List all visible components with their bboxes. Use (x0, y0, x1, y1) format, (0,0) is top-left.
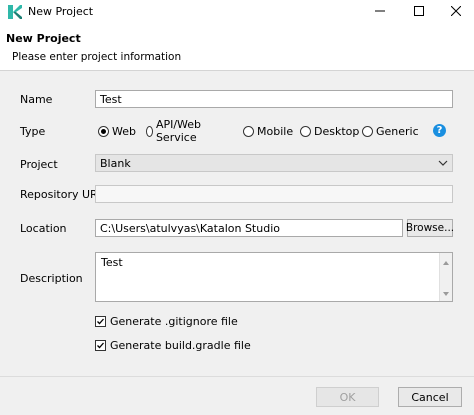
chevron-down-icon (438, 158, 448, 168)
radio-mobile-label: Mobile (257, 124, 294, 138)
gradle-checkbox-label: Generate build.gradle file (110, 338, 251, 352)
description-textarea[interactable]: Test (95, 252, 453, 302)
radio-desktop-indicator (300, 125, 311, 137)
maximize-button[interactable] (401, 0, 437, 24)
radio-api-label: API/Web Service (155, 118, 202, 144)
location-input[interactable]: C:\Users\atulvyas\Katalon Studio (95, 219, 403, 237)
cancel-button[interactable]: Cancel (398, 387, 462, 407)
project-label: Project (20, 158, 58, 171)
scroll-down-icon[interactable] (443, 286, 449, 299)
radio-generic[interactable]: Generic (362, 124, 419, 138)
browse-button[interactable]: Browse... (406, 219, 454, 237)
window-title: New Project (28, 5, 94, 18)
repository-url-label: Repository URL (20, 188, 104, 201)
help-icon[interactable]: ? (433, 124, 446, 137)
dialog-header: New Project Please enter project informa… (0, 24, 474, 71)
radio-api-indicator (146, 125, 153, 137)
radio-desktop[interactable]: Desktop (300, 124, 359, 138)
dialog-footer: OK Cancel (0, 376, 474, 415)
radio-mobile-indicator (243, 125, 254, 137)
maximize-icon (414, 5, 424, 19)
dialog-subtitle: Please enter project information (12, 51, 182, 63)
description-label: Description (20, 272, 83, 285)
gradle-checkbox[interactable]: Generate build.gradle file (95, 338, 251, 352)
gitignore-checkbox[interactable]: Generate .gitignore file (95, 314, 238, 328)
close-icon (450, 5, 462, 19)
radio-web[interactable]: Web (98, 124, 136, 138)
scroll-up-icon[interactable] (443, 255, 449, 268)
name-label: Name (20, 93, 53, 106)
ok-button[interactable]: OK (316, 387, 379, 407)
radio-generic-indicator (362, 125, 373, 137)
description-text: Test (101, 256, 123, 269)
minimize-button[interactable] (362, 0, 398, 24)
description-scrollbar[interactable] (439, 253, 452, 301)
title-bar: New Project (0, 0, 474, 24)
project-select[interactable]: Blank (95, 154, 453, 172)
project-select-value: Blank (100, 157, 131, 170)
radio-mobile[interactable]: Mobile (243, 124, 293, 138)
gradle-checkbox-indicator (95, 339, 106, 351)
radio-desktop-label: Desktop (314, 124, 360, 138)
radio-web-label: Web (112, 124, 136, 138)
type-label: Type (20, 125, 46, 138)
repository-url-input[interactable] (95, 185, 453, 203)
gitignore-checkbox-indicator (95, 315, 106, 327)
location-label: Location (20, 222, 67, 235)
gitignore-checkbox-label: Generate .gitignore file (110, 314, 238, 328)
form-area: Name Test Type Web API/Web Service Mobil… (0, 71, 474, 376)
radio-api-web-service[interactable]: API/Web Service (146, 118, 205, 144)
katalon-logo-icon (7, 4, 23, 20)
name-input[interactable]: Test (95, 90, 453, 108)
dialog-title: New Project (6, 32, 81, 45)
radio-web-indicator (98, 125, 109, 137)
close-button[interactable] (438, 0, 474, 24)
minimize-icon (375, 6, 385, 19)
radio-generic-label: Generic (376, 124, 419, 138)
